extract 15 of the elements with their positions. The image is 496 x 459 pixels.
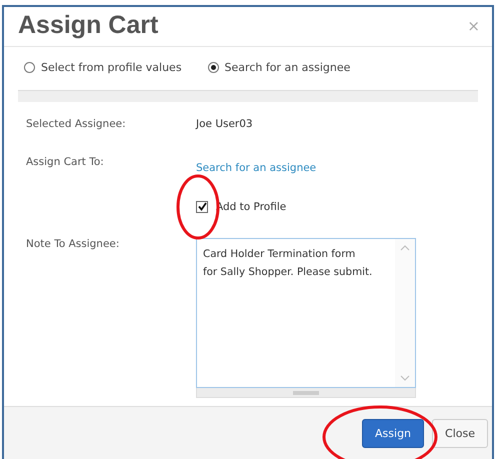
radio-option[interactable]: Select from profile values [24,61,182,74]
close-button[interactable]: Close [432,418,488,448]
field-value: Joe User03 [196,118,254,130]
radio-option[interactable]: Search for an assignee [208,61,350,74]
resize-handle[interactable] [196,388,416,398]
note-textarea[interactable]: Card Holder Termination form for Sally Shopper. Please submit. [196,238,416,388]
scroll-down-icon[interactable] [400,375,410,382]
search-link[interactable]: Search for an assignee [196,162,316,174]
field-label: Note To Assignee: [26,238,120,250]
scroll-up-icon[interactable] [400,245,410,252]
dialog-title: Assign Cart [18,11,158,40]
field-label: Selected Assignee: [26,118,127,130]
checkbox[interactable] [196,200,208,212]
assign-button[interactable]: Assign [362,418,424,448]
field-label: Assign Cart To: [26,156,105,168]
